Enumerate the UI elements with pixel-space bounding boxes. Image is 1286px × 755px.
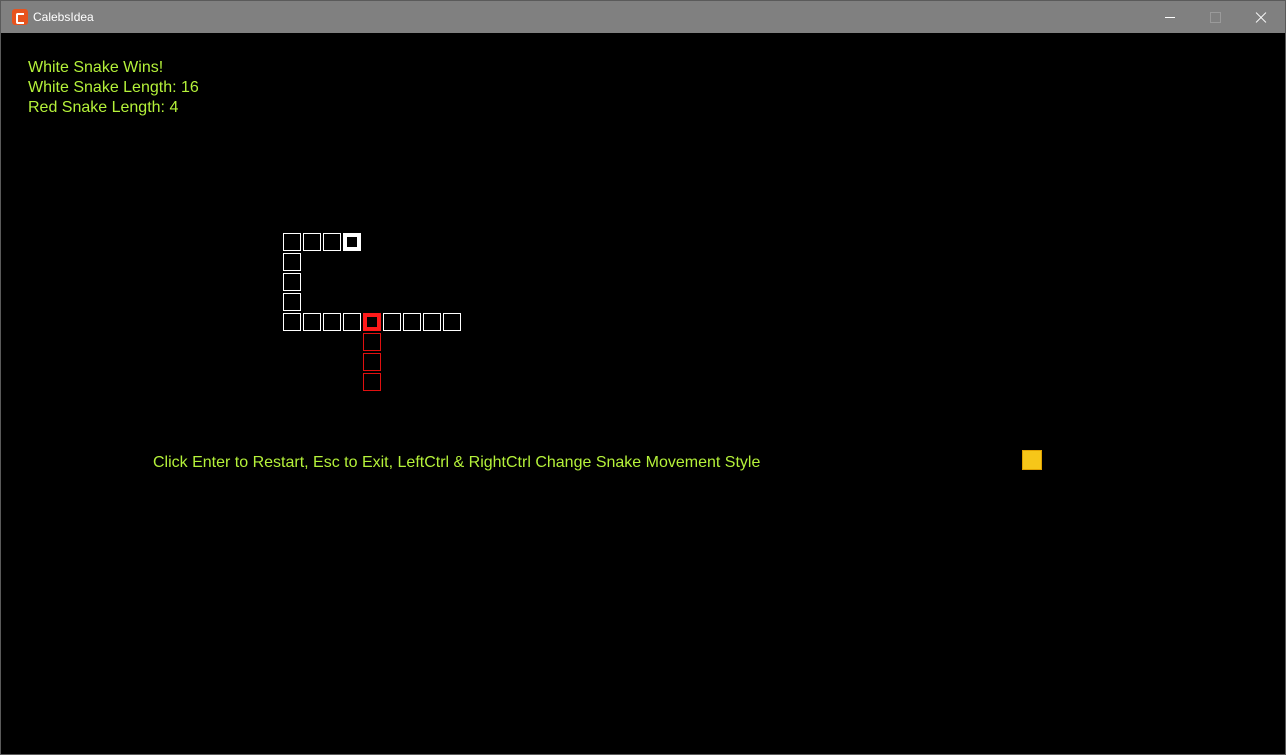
white-snake-segment <box>283 313 301 331</box>
white-snake-segment <box>303 233 321 251</box>
white-snake-head <box>343 233 361 251</box>
instructions-text: Click Enter to Restart, Esc to Exit, Lef… <box>153 454 761 471</box>
app-icon <box>12 9 28 25</box>
white-snake-segment <box>343 313 361 331</box>
food-pellet <box>1022 450 1042 470</box>
white-snake-segment <box>283 293 301 311</box>
white-snake-segment <box>403 313 421 331</box>
title-bar[interactable]: CalebsIdea <box>1 1 1285 33</box>
white-snake-segment <box>303 313 321 331</box>
red-snake-length: Red Snake Length: 4 <box>28 99 179 116</box>
red-snake-segment <box>363 353 381 371</box>
window-title: CalebsIdea <box>33 10 94 24</box>
white-snake-segment <box>443 313 461 331</box>
maximize-button[interactable] <box>1192 1 1238 33</box>
winner-text: White Snake Wins! <box>28 59 164 76</box>
close-button[interactable] <box>1238 1 1284 33</box>
white-snake-segment <box>283 253 301 271</box>
red-snake-segment <box>363 333 381 351</box>
red-snake-head <box>363 313 381 331</box>
game-board[interactable]: White Snake Wins! White Snake Length: 16… <box>1 33 1285 754</box>
minimize-button[interactable] <box>1146 1 1192 33</box>
white-snake-segment <box>323 313 341 331</box>
white-snake-segment <box>383 313 401 331</box>
white-snake-segment <box>423 313 441 331</box>
white-snake-segment <box>283 233 301 251</box>
red-snake-segment <box>363 373 381 391</box>
white-snake-segment <box>323 233 341 251</box>
white-snake-length: White Snake Length: 16 <box>28 79 199 96</box>
game-window: CalebsIdea White Snake Wins! White Snake… <box>0 0 1286 755</box>
white-snake-segment <box>283 273 301 291</box>
